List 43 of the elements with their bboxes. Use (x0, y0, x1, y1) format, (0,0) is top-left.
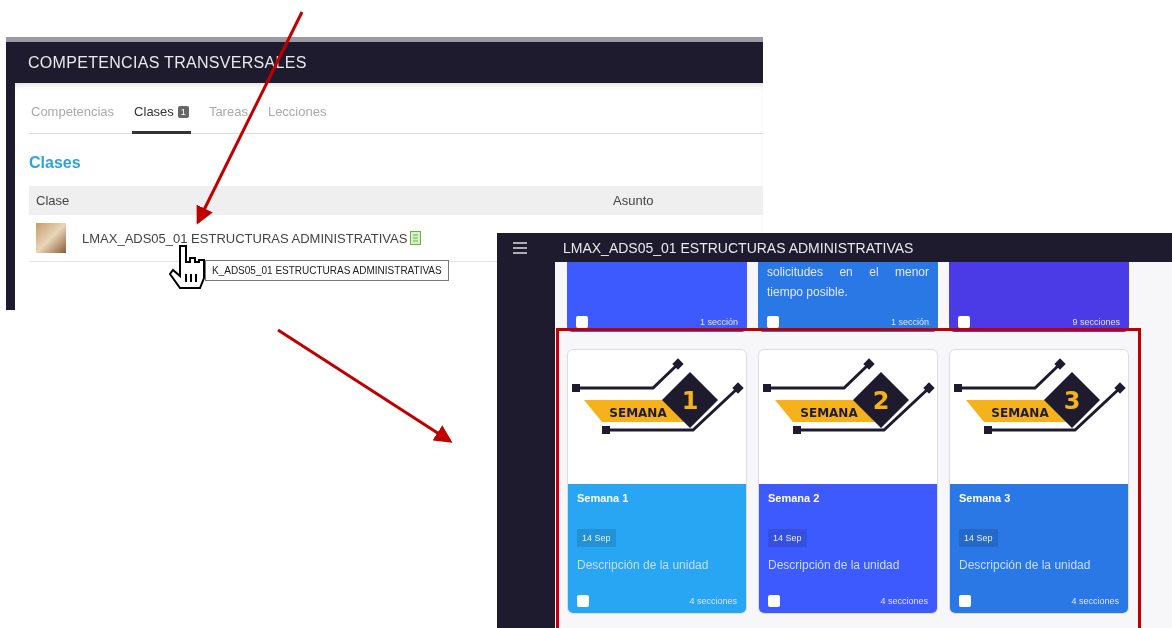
checkbox[interactable] (959, 595, 971, 607)
photo-placeholder (36, 223, 66, 253)
section-count: 9 secciones (1072, 317, 1120, 327)
tab[interactable]: Clases 1 (132, 104, 191, 134)
section-title: Clases (29, 154, 82, 172)
unit-card[interactable]: 1 sección (567, 262, 747, 332)
column-header: Asunto (613, 193, 655, 208)
section-count: 4 secciones (1071, 596, 1119, 606)
unit-card[interactable]: solicitudes en el menor tiempo posible. 1 sección (758, 262, 938, 332)
count-badge: 1 (177, 105, 189, 118)
tooltip: K_ADS05_01 ESTRUCTURAS ADMINISTRATIVAS (205, 260, 449, 281)
section-count: 1 sección (699, 317, 738, 327)
card-title: Semana 3 (959, 492, 1012, 504)
section-count: 1 sección (890, 317, 929, 327)
document-icon (410, 231, 422, 245)
card-description: Descripción de la unidad (577, 558, 710, 572)
card-description: Descripción de la unidad (768, 558, 901, 572)
card-title: Semana 1 (577, 492, 630, 504)
card-description: Descripción de la unidad (959, 558, 1092, 572)
unit-card[interactable]: 9 secciones (949, 262, 1129, 332)
menu-icon[interactable] (513, 241, 527, 254)
card-description: solicitudes en el menor tiempo posible. (767, 264, 929, 301)
week-banner-drawing: SEMANA 1 (568, 350, 746, 484)
card-title: Semana 2 (768, 492, 821, 504)
column-header: Clase (36, 193, 71, 208)
date-chip: 14 Sep (768, 529, 807, 547)
week-banner-drawing: SEMANA 2 (759, 350, 937, 484)
class-link[interactable]: LMAX_ADS05_01 ESTRUCTURAS ADMINISTRATIVAS (82, 230, 422, 246)
checkbox[interactable] (767, 316, 779, 328)
week-card[interactable]: SEMANA 1 Semana 1 14 Sep Descripción de la unidad 4 secciones (567, 349, 747, 614)
section-count: 4 secciones (880, 596, 928, 606)
date-chip: 14 Sep (959, 529, 998, 547)
week-banner-drawing: SEMANA 3 (950, 350, 1128, 484)
checkbox[interactable] (577, 595, 589, 607)
week-card[interactable]: SEMANA 2 Semana 2 14 Sep Descripción de la unidad 4 secciones (758, 349, 938, 614)
week-card[interactable]: SEMANA 3 Semana 3 14 Sep Descripción de la unidad 4 secciones (949, 349, 1129, 614)
hand-cursor-icon (166, 244, 208, 290)
checkbox[interactable] (576, 316, 588, 328)
checkbox[interactable] (768, 595, 780, 607)
date-chip: 14 Sep (577, 529, 616, 547)
window-title: LMAX_ADS05_01 ESTRUCTURAS ADMINISTRATIVAS (563, 239, 914, 256)
checkbox[interactable] (958, 316, 970, 328)
section-count: 4 secciones (689, 596, 737, 606)
